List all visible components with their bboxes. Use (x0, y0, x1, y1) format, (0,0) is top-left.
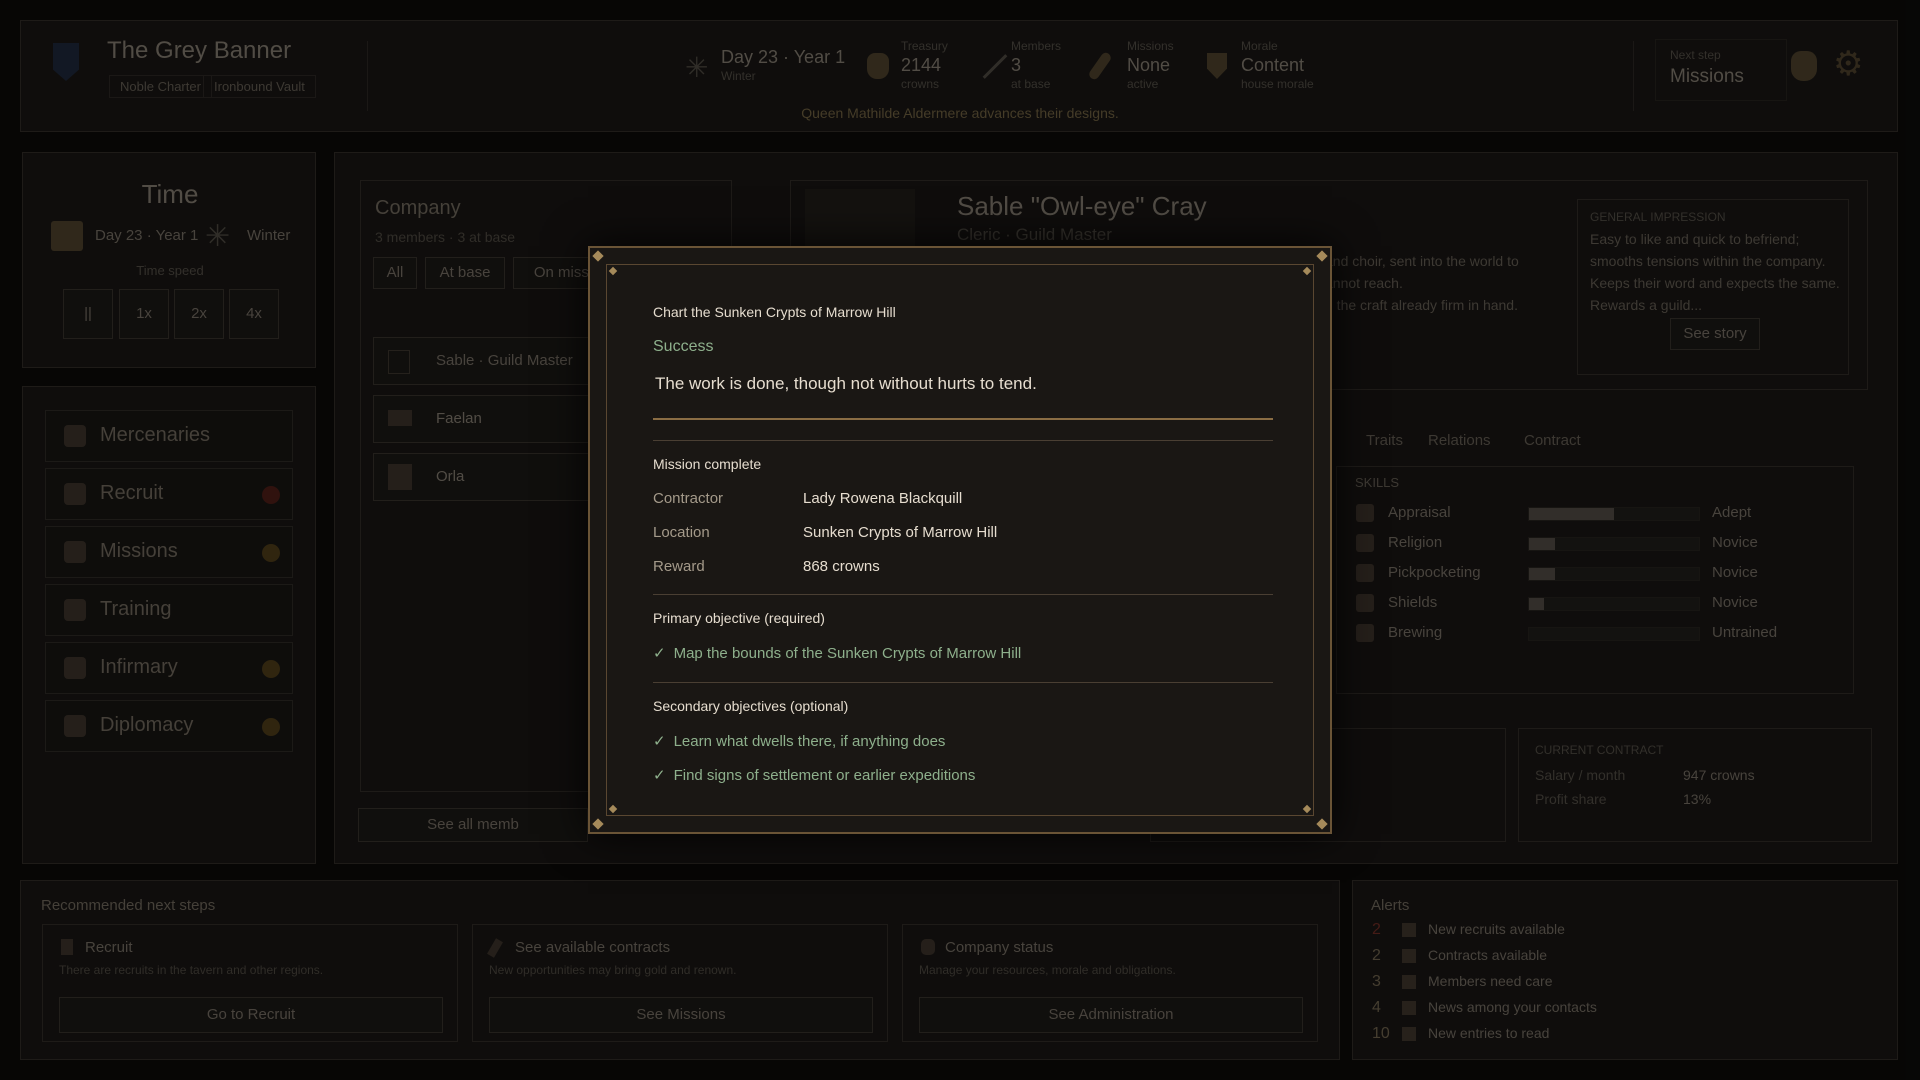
divider (653, 594, 1273, 595)
objective-text: Learn what dwells there, if anything doe… (673, 733, 946, 750)
corner-ornament (1316, 818, 1328, 830)
detail-value: Lady Rowena Blackquill (803, 490, 963, 507)
detail-label: Contractor (653, 490, 724, 507)
objective-row: ✓ Learn what dwells there, if anything do… (653, 732, 945, 750)
detail-label: Reward (653, 558, 705, 575)
detail-value: 868 crowns (803, 558, 880, 575)
mission-result: Success (653, 338, 714, 355)
objective-text: Find signs of settlement or earlier expe… (673, 767, 976, 784)
detail-value: Sunken Crypts of Marrow Hill (803, 524, 998, 541)
divider (653, 682, 1273, 683)
corner-ornament (592, 818, 604, 830)
mission-name: Chart the Sunken Crypts of Marrow Hill (653, 304, 896, 320)
secondary-title: Secondary objectives (optional) (653, 698, 849, 714)
corner-ornament (1316, 250, 1328, 262)
detail-label: Location (653, 524, 710, 541)
check-icon: ✓ (653, 645, 666, 662)
objective-row: ✓ Map the bounds of the Sunken Crypts of … (653, 644, 1021, 662)
divider (653, 440, 1273, 441)
primary-title: Primary objective (required) (653, 610, 825, 626)
objective-row: ✓ Find signs of settlement or earlier exp… (653, 766, 975, 784)
mission-report-modal: Chart the Sunken Crypts of Marrow Hill S… (588, 246, 1332, 834)
check-icon: ✓ (653, 733, 666, 750)
corner-ornament (592, 250, 604, 262)
check-icon: ✓ (653, 767, 666, 784)
objective-text: Map the bounds of the Sunken Crypts of M… (673, 645, 1022, 662)
section-title: Mission complete (653, 456, 762, 472)
mission-flavor: The work is done, though not without hur… (655, 374, 1037, 393)
gold-divider (653, 418, 1273, 420)
